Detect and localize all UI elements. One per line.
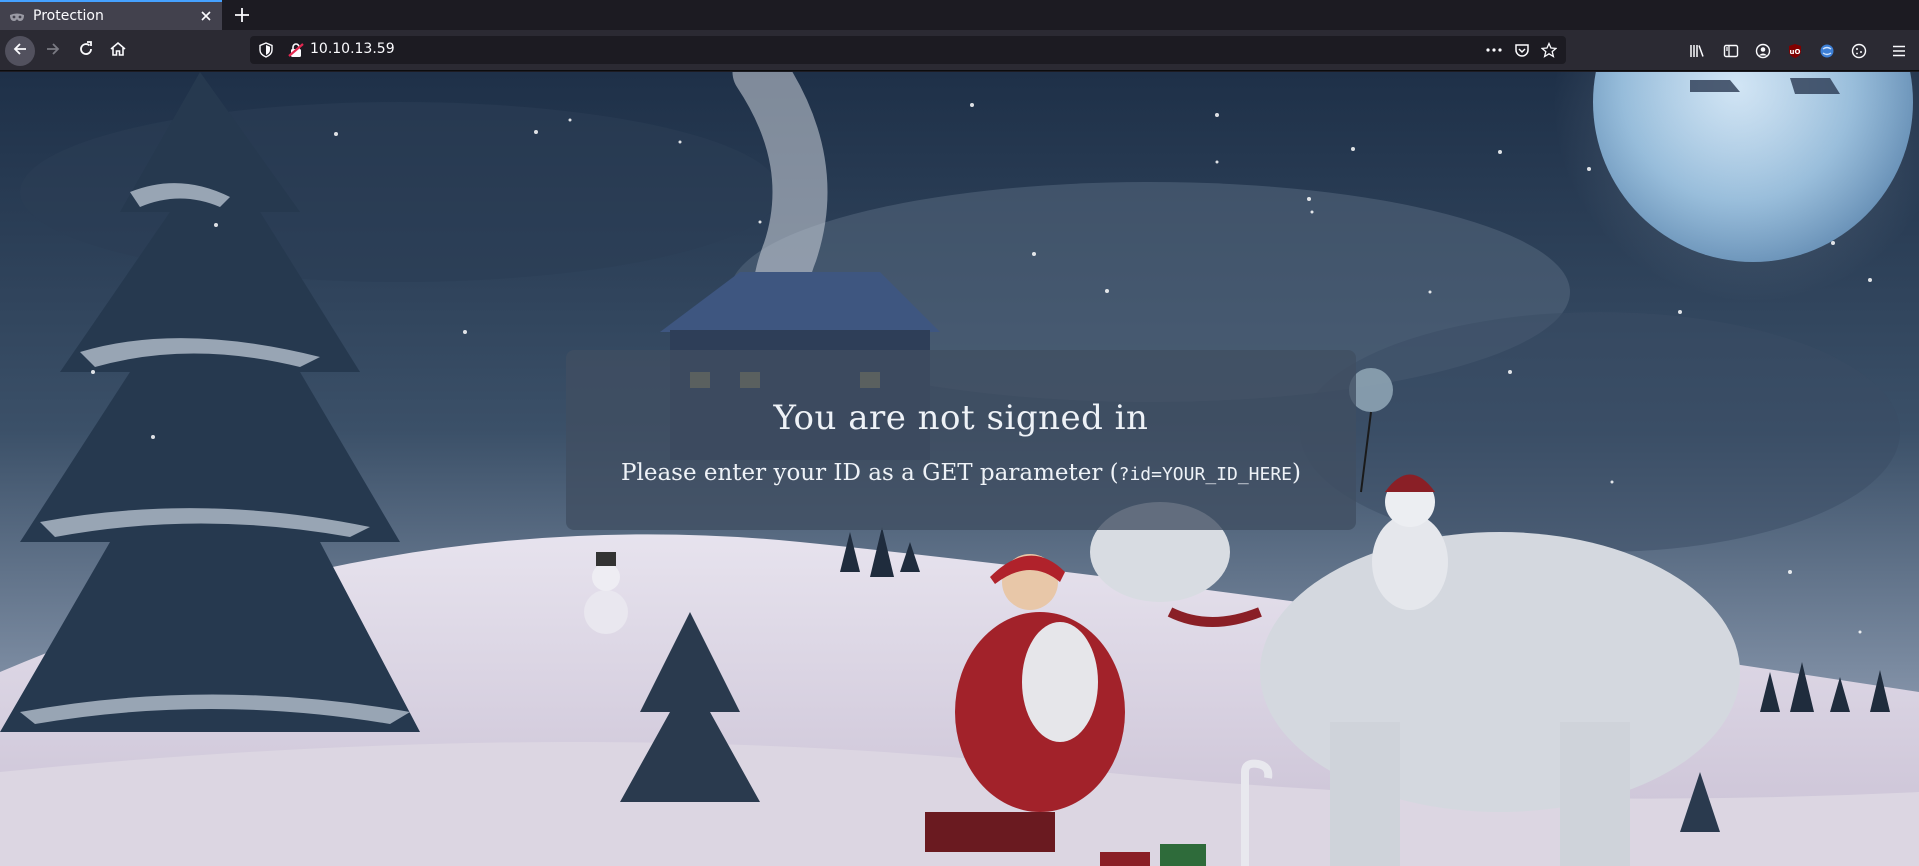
close-icon[interactable] (198, 8, 214, 24)
back-arrow-icon (11, 40, 29, 62)
svg-text:uO: uO (1790, 48, 1801, 56)
mask-icon (9, 10, 25, 24)
tab-strip: Protection (0, 0, 1919, 30)
home-icon (109, 40, 127, 62)
tab-protection[interactable]: Protection (0, 0, 222, 30)
sign-in-notice-panel: You are not signed in Please enter your … (566, 350, 1356, 530)
back-button[interactable] (5, 36, 35, 66)
reload-icon (77, 40, 95, 62)
pocket-icon[interactable] (1514, 42, 1530, 62)
reload-button[interactable] (71, 36, 101, 66)
address-bar[interactable]: 10.10.13.59 (250, 36, 1566, 64)
sidebar-icon[interactable] (1723, 43, 1739, 59)
library-icon[interactable] (1689, 43, 1705, 59)
url-text[interactable]: 10.10.13.59 (310, 41, 395, 57)
forward-button[interactable] (38, 36, 68, 66)
shield-icon[interactable] (258, 42, 274, 62)
account-icon[interactable] (1755, 43, 1771, 59)
message-suffix: ) (1292, 460, 1301, 486)
star-icon[interactable] (1540, 41, 1558, 62)
insecure-lock-icon[interactable] (288, 42, 304, 62)
page-title: You are not signed in (773, 398, 1149, 438)
home-button[interactable] (103, 36, 133, 66)
cookie-icon[interactable] (1851, 43, 1867, 59)
more-icon[interactable] (1485, 42, 1503, 62)
tab-title: Protection (33, 8, 104, 24)
id-parameter-code: ?id=YOUR_ID_HERE (1118, 464, 1293, 485)
plus-icon[interactable] (232, 5, 252, 25)
hamburger-menu-icon[interactable] (1891, 43, 1907, 59)
ublock-icon[interactable]: uO (1787, 43, 1803, 59)
navigation-toolbar: 10.10.13.59 uO (0, 30, 1919, 71)
page-content: You are not signed in Please enter your … (0, 72, 1919, 866)
message-prefix: Please enter your ID as a GET parameter … (621, 460, 1119, 486)
extension-icon[interactable] (1819, 43, 1835, 59)
forward-arrow-icon (44, 40, 62, 62)
id-instruction-message: Please enter your ID as a GET parameter … (566, 460, 1356, 486)
